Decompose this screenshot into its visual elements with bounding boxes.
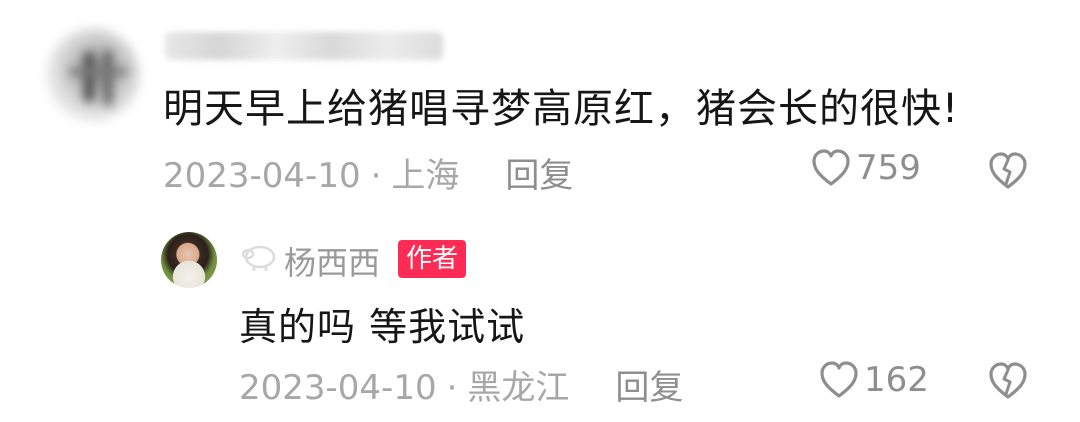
reply-author-name[interactable]: 杨西西 bbox=[284, 238, 380, 284]
comment-date: 2023-04-10 bbox=[163, 156, 361, 196]
author-badge: 作者 bbox=[398, 240, 467, 278]
reply-meta: 2023-04-10 · 黑龙江 回复 bbox=[239, 360, 683, 409]
reply-date: 2023-04-10 bbox=[239, 368, 437, 408]
reply-location: 黑龙江 bbox=[467, 368, 570, 408]
sheep-icon bbox=[240, 240, 278, 278]
reply-to-reply-button[interactable]: 回复 bbox=[615, 368, 683, 408]
comment-meta: 2023-04-10 · 上海 回复 bbox=[163, 148, 573, 197]
comment-location: 上海 bbox=[391, 156, 460, 196]
meta-separator: · bbox=[446, 368, 458, 408]
reply-like-button[interactable]: 162 bbox=[818, 360, 929, 400]
comment-text: 明天早上给猪唱寻梦高原红，猪会长的很快! bbox=[163, 86, 960, 132]
commenter-name-blurred[interactable] bbox=[165, 32, 443, 60]
author-avatar[interactable] bbox=[161, 232, 217, 288]
broken-heart-icon bbox=[989, 152, 1027, 189]
meta-separator: · bbox=[370, 156, 382, 196]
broken-heart-icon bbox=[989, 362, 1027, 399]
heart-outline-icon bbox=[820, 361, 858, 398]
heart-outline-icon bbox=[812, 149, 850, 186]
dislike-button[interactable] bbox=[987, 151, 1029, 195]
reply-button[interactable]: 回复 bbox=[505, 156, 573, 196]
like-count: 759 bbox=[856, 148, 921, 188]
reply-dislike-button[interactable] bbox=[987, 361, 1029, 405]
like-button[interactable]: 759 bbox=[810, 148, 921, 188]
commenter-avatar[interactable] bbox=[46, 28, 140, 122]
reply-like-count: 162 bbox=[864, 360, 929, 400]
reply-text: 真的吗 等我试试 bbox=[239, 305, 526, 349]
